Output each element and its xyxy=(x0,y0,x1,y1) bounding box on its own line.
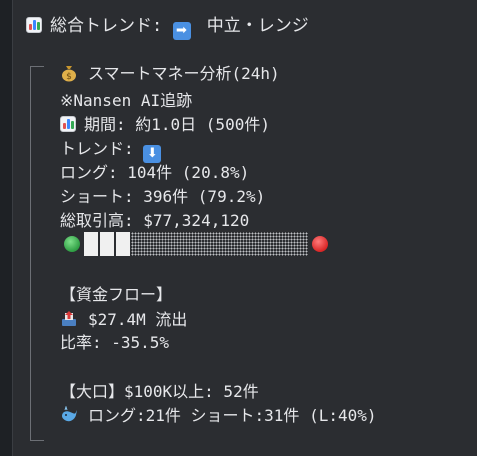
right-arrow-icon: ➡ xyxy=(172,22,191,40)
large-trades-detail: ロング:21件 ショート:31件 (L:40%) xyxy=(88,406,377,425)
flow-amount: $27.4M 流出 xyxy=(88,310,188,329)
tree-branch-bottom xyxy=(30,440,44,442)
flow-title: 【資金フロー】 xyxy=(60,285,173,304)
green-circle-icon xyxy=(64,236,80,252)
period-text: 期間: 約1.0日 (500件) xyxy=(84,115,270,134)
tree-branch-line xyxy=(30,66,32,440)
short-count: ショート: 396件 (79.2%) xyxy=(60,187,266,206)
overall-trend-label: 総合トレンド: xyxy=(50,16,163,36)
flow-ratio: 比率: -35.5% xyxy=(60,333,170,352)
overall-trend-row: 総合トレンド: ➡ 中立・レンジ xyxy=(26,14,309,40)
total-volume: 総取引高: $77,324,120 xyxy=(60,211,250,230)
money-bag-icon: $ xyxy=(62,66,76,82)
outbox-tray-icon xyxy=(62,311,76,326)
long-segment xyxy=(84,232,131,256)
flow-amount-row: $27.4M 流出 xyxy=(60,308,187,332)
whale-icon xyxy=(62,406,77,422)
large-trades-title: 【大口】$100K以上: 52件 xyxy=(60,382,259,401)
smart-money-title: スマートマネー分析(24h) xyxy=(88,64,280,83)
period-row: 期間: 約1.0日 (500件) xyxy=(60,113,270,137)
tree-branch-top xyxy=(30,66,44,68)
long-count: ロング: 104件 (20.8%) xyxy=(60,163,250,182)
long-short-ratio-bar xyxy=(64,232,328,256)
ratio-track xyxy=(84,232,308,256)
large-trades-row: ロング:21件 ショート:31件 (L:40%) xyxy=(60,404,377,428)
bar-chart-icon xyxy=(26,17,42,33)
short-segment xyxy=(131,232,308,256)
red-circle-icon xyxy=(312,236,328,252)
trend-label: トレンド: xyxy=(60,139,134,158)
bar-chart-icon xyxy=(60,116,76,132)
source-note: ※Nansen AI追跡 xyxy=(60,91,193,110)
overall-trend-value: 中立・レンジ xyxy=(206,16,309,36)
svg-text:$: $ xyxy=(66,72,72,82)
trend-row: トレンド: ⬇ xyxy=(60,137,162,163)
smart-money-title-row: $ スマートマネー分析(24h) xyxy=(60,62,280,86)
